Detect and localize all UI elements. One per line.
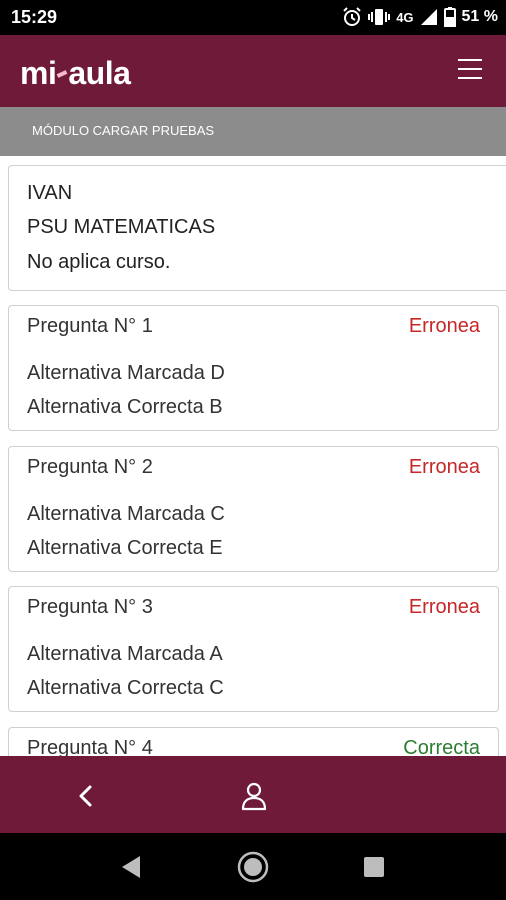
- battery-icon: [443, 7, 456, 27]
- student-course: No aplica curso.: [27, 251, 171, 273]
- app-bar: mi aula: [0, 35, 506, 107]
- question-title: Pregunta N° 3: [27, 596, 153, 618]
- home-circle-icon[interactable]: [237, 851, 269, 883]
- signal-icon: [420, 9, 437, 25]
- logo-dash: [56, 69, 68, 78]
- marked-answer: Alternativa Marcada A: [27, 643, 223, 665]
- marked-answer: Alternativa Marcada D: [27, 362, 225, 384]
- question-card[interactable]: Pregunta N° 3 Erronea Alternativa Marcad…: [8, 586, 499, 712]
- question-status: Correcta: [403, 737, 480, 756]
- user-icon[interactable]: [238, 780, 270, 812]
- status-bar: 15:29 4G 51 %: [0, 0, 506, 35]
- system-navigation-bar: [0, 833, 506, 900]
- back-triangle-icon[interactable]: [116, 851, 148, 883]
- question-status: Erronea: [408, 315, 480, 337]
- recents-square-icon[interactable]: [358, 851, 390, 883]
- student-name: IVAN: [27, 182, 73, 204]
- results-list[interactable]: IVAN PSU MATEMATICAS No aplica curso. Pr…: [0, 156, 506, 756]
- status-icons: 4G 51 %: [342, 7, 498, 27]
- bottom-navigation: [0, 756, 506, 833]
- status-time: 15:29: [11, 7, 58, 27]
- question-title: Pregunta N° 1: [27, 315, 153, 337]
- question-card[interactable]: Pregunta N° 2 Erronea Alternativa Marcad…: [8, 446, 499, 572]
- app-logo: mi aula: [20, 55, 131, 92]
- student-subject: PSU MATEMATICAS: [27, 216, 216, 238]
- network-type: 4G: [396, 9, 414, 25]
- marked-answer: Alternativa Marcada C: [27, 503, 225, 525]
- alarm-icon: [343, 7, 361, 26]
- battery-level: 51 %: [461, 8, 498, 25]
- correct-answer: Alternativa Correcta E: [27, 537, 223, 559]
- question-card[interactable]: Pregunta N° 4 Correcta: [8, 727, 499, 756]
- logo-text-right: aula: [68, 55, 131, 91]
- correct-answer: Alternativa Correcta B: [27, 396, 223, 418]
- logo-text-left: mi: [20, 55, 57, 91]
- question-status: Erronea: [408, 456, 480, 478]
- module-header: MÓDULO CARGAR PRUEBAS: [0, 107, 506, 156]
- question-title: Pregunta N° 4: [27, 737, 153, 756]
- chevron-left-icon[interactable]: [72, 782, 100, 810]
- student-info-card: IVAN PSU MATEMATICAS No aplica curso.: [8, 165, 506, 291]
- module-title: MÓDULO CARGAR PRUEBAS: [32, 123, 215, 138]
- vibrate-icon: [368, 9, 391, 25]
- hamburger-menu-icon[interactable]: [458, 59, 482, 79]
- question-title: Pregunta N° 2: [27, 456, 153, 478]
- correct-answer: Alternativa Correcta C: [27, 677, 224, 699]
- question-card[interactable]: Pregunta N° 1 Erronea Alternativa Marcad…: [8, 305, 499, 431]
- question-status: Erronea: [408, 596, 480, 618]
